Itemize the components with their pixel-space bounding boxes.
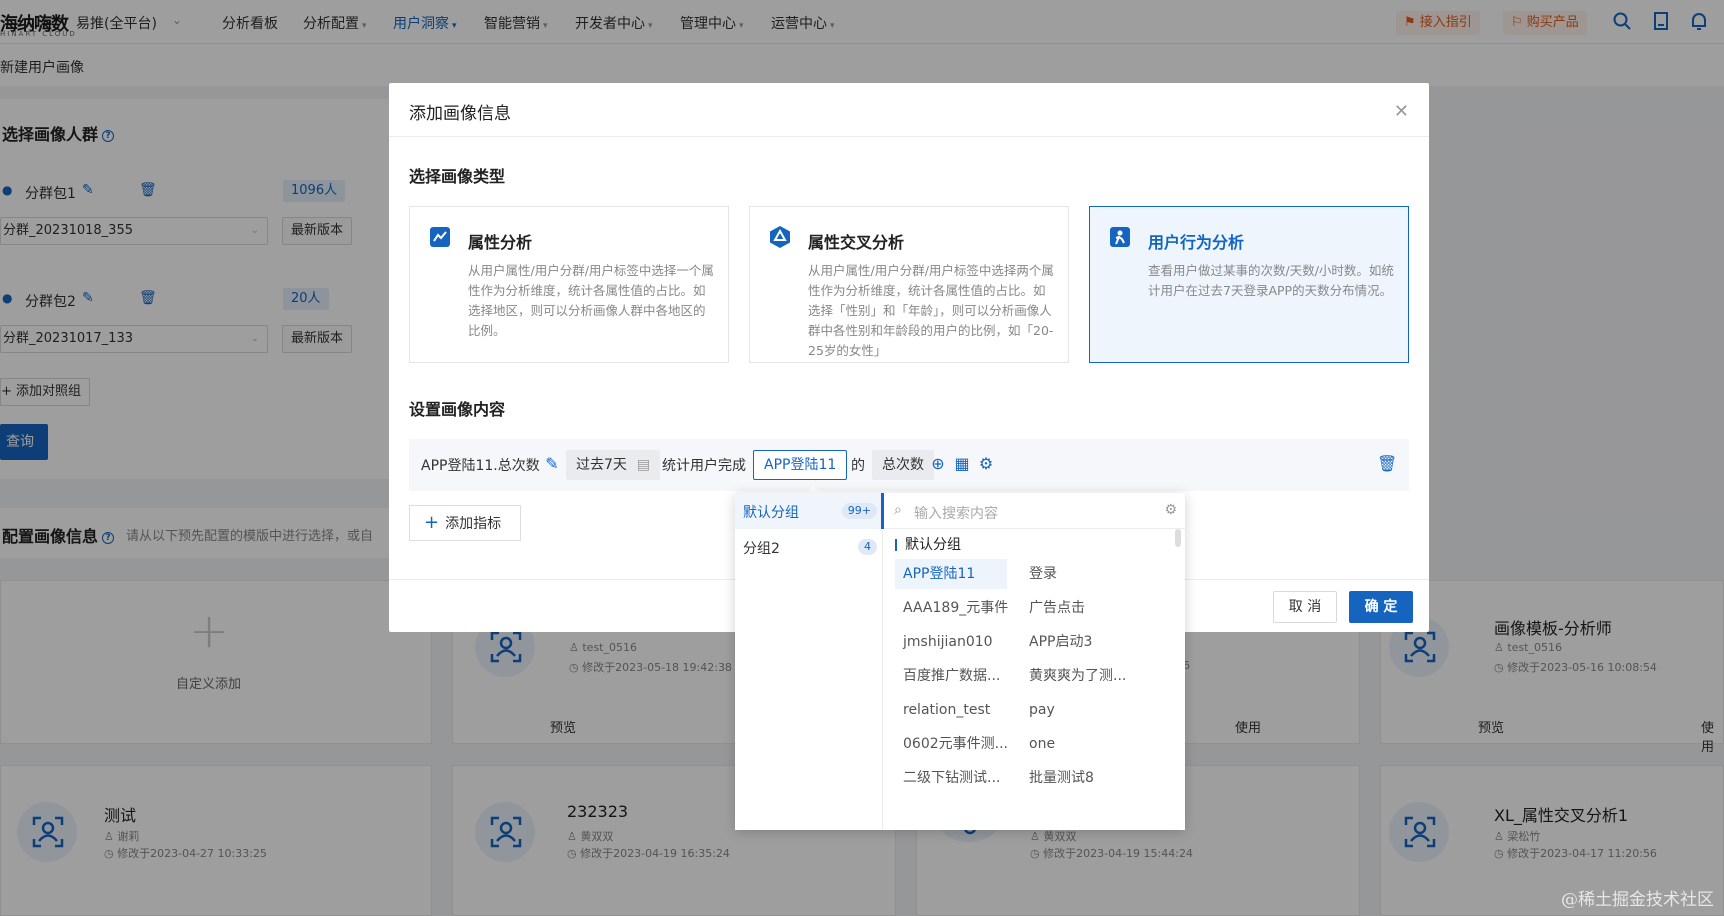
type-title: 属性分析 (468, 233, 533, 252)
metric-row: APP登陆11.总次数 ✎ 过去7天 ▤ 统计用户完成 APP登陆11 的 总次数… (409, 439, 1409, 491)
event-option[interactable]: 登录 (1021, 559, 1057, 589)
search-icon: ⌕ (894, 502, 902, 518)
type-desc: 从用户属性/用户分群/用户标签中选择一个属性作为分析维度，统计各属性值的占比。如… (468, 263, 714, 338)
edit-icon[interactable]: ✎ (542, 454, 562, 474)
gear-icon[interactable]: ⚙ (976, 454, 996, 474)
measure-select[interactable]: 总次数 (872, 450, 934, 480)
group-count-badge: 4 (858, 539, 877, 555)
type-title: 属性交叉分析 (808, 233, 905, 252)
modal-header: 添加画像信息 ✕ (389, 83, 1429, 137)
event-option[interactable]: 黄爽爽为了测... (1021, 661, 1126, 691)
event-option[interactable]: one (1021, 729, 1055, 759)
group-heading: 默认分组 (895, 538, 961, 552)
event-option[interactable]: 广告点击 (1021, 593, 1085, 623)
group-label: 分组2 (743, 541, 780, 557)
event-option[interactable]: relation_test (895, 695, 990, 725)
event-option[interactable]: jmshijian010 (895, 627, 993, 657)
add-metric-button[interactable]: + 添加指标 (409, 505, 521, 541)
type-card-behavior[interactable]: 用户行为分析 查看用户做过某事的次数/天数/小时数。如统计用户在过去7天登录AP… (1089, 206, 1409, 363)
of-label: 的 (851, 458, 865, 474)
event-select[interactable]: APP登陆11 (753, 450, 848, 480)
group-count-badge: 99+ (841, 503, 877, 519)
close-icon[interactable]: ✕ (1394, 101, 1409, 122)
event-option[interactable]: 百度推广数据... (895, 661, 1000, 691)
trash-icon[interactable]: 🗑 (1377, 454, 1397, 474)
scrollbar[interactable] (1175, 529, 1181, 547)
gear-icon[interactable]: ⚙ (1164, 502, 1177, 518)
event-option[interactable]: pay (1021, 695, 1055, 725)
confirm-button[interactable]: 确 定 (1349, 591, 1413, 623)
stat-prefix: 统计用户完成 (662, 458, 746, 474)
grid-icon[interactable]: ▦ (952, 454, 972, 474)
type-card-attribute[interactable]: 属性分析 从用户属性/用户分群/用户标签中选择一个属性作为分析维度，统计各属性值… (409, 206, 729, 363)
group-label: 默认分组 (743, 505, 799, 521)
type-desc: 从用户属性/用户分群/用户标签中选择两个属性作为分析维度，统计各属性值的占比。如… (808, 263, 1054, 358)
event-option[interactable]: AAA189_元事件 (895, 593, 1008, 623)
plus-icon: + (424, 512, 440, 533)
type-title: 用户行为分析 (1148, 233, 1245, 252)
event-dropdown: 默认分组 99+ 分组2 4 ⌕ 输入搜索内容 ⚙ 默认分组 APP登陆11 登… (735, 493, 1185, 830)
event-option[interactable]: APP登陆11 (895, 559, 1007, 589)
calendar-icon: ▤ (636, 457, 651, 473)
event-option[interactable]: 0602元事件测... (895, 729, 1008, 759)
group-list: 默认分组 99+ 分组2 4 (735, 493, 883, 830)
type-card-cross[interactable]: 属性交叉分析 从用户属性/用户分群/用户标签中选择两个属性作为分析维度，统计各属… (749, 206, 1069, 363)
behavior-icon (1108, 225, 1132, 249)
chart-icon (428, 225, 452, 249)
cancel-button[interactable]: 取 消 (1273, 591, 1337, 623)
dropdown-search[interactable]: ⌕ 输入搜索内容 ⚙ (884, 493, 1185, 529)
add-circle-icon[interactable]: ⊕ (928, 454, 948, 474)
group-item[interactable]: 默认分组 99+ (735, 493, 883, 529)
hexagon-icon (768, 225, 792, 249)
type-desc: 查看用户做过某事的次数/天数/小时数。如统计用户在过去7天登录APP的天数分布情… (1148, 263, 1394, 298)
event-option[interactable]: 二级下钻测试... (895, 763, 1000, 793)
group-item[interactable]: 分组2 4 (735, 529, 883, 565)
type-section-title: 选择画像类型 (409, 167, 506, 186)
modal-title: 添加画像信息 (409, 104, 511, 124)
watermark: @稀土掘金技术社区 (1561, 890, 1714, 910)
metric-name: APP登陆11.总次数 (421, 458, 540, 474)
event-option[interactable]: APP启动3 (1021, 627, 1092, 657)
time-range-picker[interactable]: 过去7天 ▤ (566, 450, 661, 480)
search-input[interactable]: 输入搜索内容 (914, 503, 998, 523)
content-section-title: 设置画像内容 (409, 400, 506, 419)
event-option[interactable]: 批量测试8 (1021, 763, 1094, 793)
